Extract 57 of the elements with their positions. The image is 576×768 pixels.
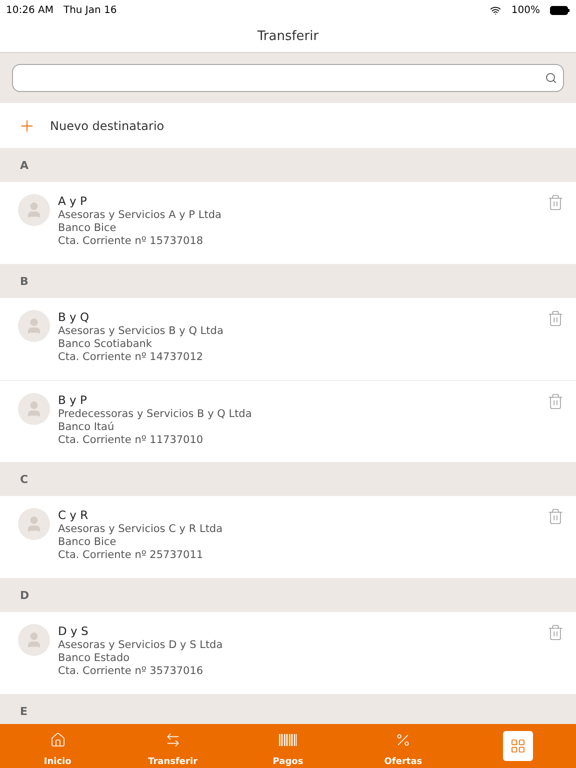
section-letter: A <box>20 158 29 172</box>
trash-icon <box>547 194 564 211</box>
bank-name: Banco Scotiabank <box>58 338 153 350</box>
wifi-icon <box>490 4 502 16</box>
bank-name: Banco Estado <box>58 652 131 664</box>
search-field[interactable] <box>12 64 564 92</box>
delete-button[interactable] <box>547 310 564 327</box>
battery-level: 100% <box>511 4 540 16</box>
percent-icon <box>395 732 412 748</box>
contact-name: B y P <box>58 393 88 407</box>
avatar-icon <box>18 508 50 540</box>
avatar-icon <box>18 310 50 342</box>
grid-icon <box>510 738 526 754</box>
section-letter: B <box>20 274 28 288</box>
bank-name: Banco Bice <box>58 222 118 234</box>
trash-icon <box>547 624 564 641</box>
tab-item[interactable]: Inicio <box>0 725 116 767</box>
screen-title: Transferir <box>257 28 319 44</box>
battery-icon <box>550 6 570 14</box>
company-name: Asesoras y Servicios D y S Ltda <box>58 639 224 651</box>
section-letter: E <box>20 704 28 718</box>
delete-button[interactable] <box>547 194 564 211</box>
account-number: Cta. Corriente nº 35737016 <box>58 665 204 677</box>
company-name: Asesoras y Servicios A y P Ltda <box>58 209 222 221</box>
account-number: Cta. Corriente nº 15737018 <box>58 235 204 247</box>
account-number: Cta. Corriente nº 11737010 <box>58 434 204 446</box>
company-name: Asesoras y Servicios C y R Ltda <box>58 523 224 535</box>
arrows-icon <box>164 732 181 748</box>
company-name: Asesoras y Servicios B y Q Ltda <box>58 325 224 337</box>
barcode-icon <box>279 734 297 746</box>
account-number: Cta. Corriente nº 14737012 <box>58 351 204 363</box>
trash-icon <box>547 310 564 327</box>
delete-button[interactable] <box>547 393 564 410</box>
contact-name: B y Q <box>58 310 90 324</box>
tab-item[interactable]: Transferir <box>115 725 230 767</box>
contact-name: C y R <box>58 508 90 522</box>
tab-item[interactable]: Pagos <box>230 725 346 767</box>
avatar-icon <box>18 624 50 656</box>
avatar-icon <box>18 194 50 226</box>
tab-item[interactable]: Ofertas <box>346 725 461 767</box>
bank-name: Banco Itaú <box>58 421 116 433</box>
delete-button[interactable] <box>547 508 564 525</box>
bank-name: Banco Bice <box>58 536 118 548</box>
status-date: Thu Jan 16 <box>63 4 117 16</box>
trash-icon <box>547 393 564 410</box>
search-icon <box>545 72 557 84</box>
home-icon <box>50 732 66 748</box>
company-name: Predecessoras y Servicios B y Q Ltda <box>58 408 253 420</box>
avatar-icon <box>18 393 50 425</box>
contact-name: D y S <box>58 624 90 638</box>
account-number: Cta. Corriente nº 25737011 <box>58 549 204 561</box>
section-letter: D <box>20 588 30 602</box>
contact-name: A y P <box>58 194 88 208</box>
section-letter: C <box>20 472 28 486</box>
trash-icon <box>547 508 564 525</box>
status-time: 10:26 AM <box>6 4 54 16</box>
delete-button[interactable] <box>547 624 564 641</box>
